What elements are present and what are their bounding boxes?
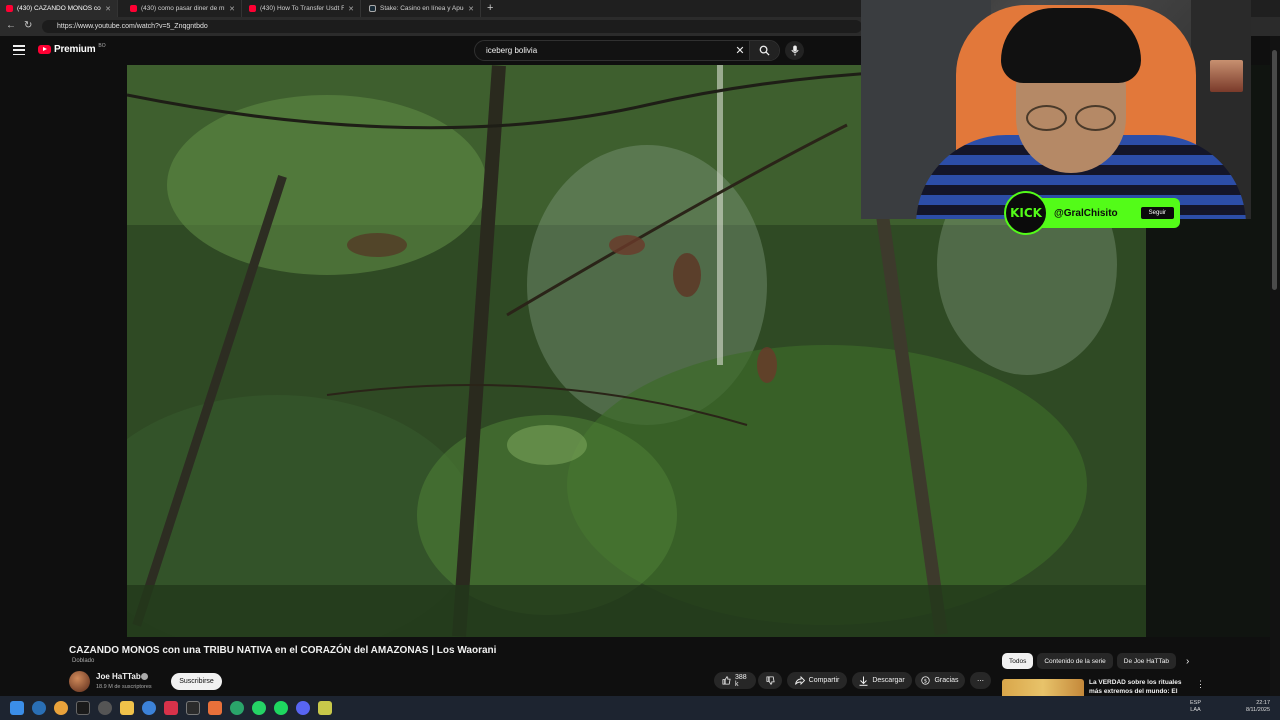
chip-channel[interactable]: De Joe HaTTab xyxy=(1116,653,1176,669)
glasses xyxy=(1026,105,1116,131)
share-label: Compartir xyxy=(808,677,840,684)
like-button[interactable]: 388 k xyxy=(714,672,756,689)
video-title: CAZANDO MONOS con una TRIBU NATIVA en el… xyxy=(69,645,497,656)
youtube-play-icon xyxy=(38,45,51,54)
subscribe-button[interactable]: Suscribirse xyxy=(171,673,222,690)
share-icon xyxy=(794,676,805,685)
search-button[interactable] xyxy=(749,41,779,60)
kick-follow-badge: KICK @GralChisito Seguir xyxy=(1004,191,1180,235)
url-field[interactable]: https://www.youtube.com/watch?v=5_Znqgnt… xyxy=(42,20,862,33)
channel-avatar[interactable] xyxy=(69,671,90,692)
share-button[interactable]: Compartir xyxy=(787,672,847,689)
new-tab-button[interactable]: + xyxy=(487,2,493,14)
youtube-icon xyxy=(130,5,137,12)
region-code: BO xyxy=(98,42,106,49)
language-region: LAA xyxy=(1190,707,1201,713)
tab-label: (430) como pasar diner de mi wa xyxy=(141,5,225,12)
recommendation-thumbnail[interactable] xyxy=(1002,679,1084,696)
reload-icon[interactable]: ↻ xyxy=(24,20,32,31)
logo-word: Premium xyxy=(54,44,96,55)
close-icon[interactable]: ✕ xyxy=(468,5,474,13)
page-scrollbar[interactable] xyxy=(1270,36,1280,696)
kick-logo: KICK xyxy=(1004,191,1048,235)
svg-text:$: $ xyxy=(924,679,927,685)
microphone-icon xyxy=(790,45,799,56)
app-icon[interactable] xyxy=(186,701,200,715)
more-actions-button[interactable]: ⋯ xyxy=(970,672,991,689)
app-icon[interactable] xyxy=(76,701,90,715)
folder-icon[interactable] xyxy=(120,701,134,715)
thumbs-up-icon xyxy=(722,676,731,685)
back-arrow-icon[interactable]: ← xyxy=(6,20,16,31)
voice-search-button[interactable] xyxy=(785,41,804,60)
windows-start-icon[interactable] xyxy=(10,701,24,715)
edge-icon[interactable] xyxy=(142,701,156,715)
youtube-logo[interactable]: Premium BO xyxy=(38,42,106,55)
youtube-icon xyxy=(249,5,256,12)
chrome-icon[interactable] xyxy=(54,701,68,715)
system-clock[interactable]: 22:17 8/11/2025 xyxy=(1246,700,1270,714)
kick-follow-button[interactable]: Seguir xyxy=(1140,207,1174,219)
streamer-hair xyxy=(1001,8,1141,83)
app-icon[interactable] xyxy=(230,701,244,715)
search-icon xyxy=(759,45,770,56)
stake-icon xyxy=(369,5,376,12)
scrollbar-thumb[interactable] xyxy=(1272,50,1277,290)
tab-transfer-usdt[interactable]: (430) How To Transfer Usdt From ✕ xyxy=(243,0,361,17)
thumbs-down-icon xyxy=(765,676,775,685)
recommendation-title[interactable]: La VERDAD sobre los rituales más extremo… xyxy=(1089,679,1184,696)
keyboard-language[interactable]: ESP LAA xyxy=(1190,700,1201,714)
chip-todos[interactable]: Todos xyxy=(1002,653,1034,669)
chip-series[interactable]: Contenido de la serie xyxy=(1037,653,1113,669)
close-icon[interactable]: ✕ xyxy=(348,5,354,13)
tab-como-pasar[interactable]: (430) como pasar diner de mi wa ✕ xyxy=(124,0,242,17)
tab-cazando-monos[interactable]: (430) CAZANDO MONOS con ✕ xyxy=(0,0,118,17)
dubbed-badge: Doblado xyxy=(72,658,95,664)
app-icon[interactable] xyxy=(164,701,178,715)
clock-time: 22:17 xyxy=(1256,700,1270,706)
windows-taskbar: ESP LAA 22:17 8/11/2025 xyxy=(0,696,1280,720)
tab-label: (430) How To Transfer Usdt From xyxy=(260,5,345,12)
app-icon[interactable] xyxy=(32,701,46,715)
chevron-right-icon[interactable]: › xyxy=(1186,656,1189,667)
hamburger-menu-icon[interactable] xyxy=(13,45,25,55)
close-icon[interactable]: ✕ xyxy=(229,5,235,13)
like-count: 388 k xyxy=(735,673,747,688)
thanks-icon: $ xyxy=(921,676,931,685)
recommendation-chips: Todos Contenido de la serie De Joe HaTTa… xyxy=(1002,653,1176,669)
whatsapp-icon[interactable] xyxy=(252,701,266,715)
dislike-button[interactable] xyxy=(758,672,782,689)
download-button[interactable]: Descargar xyxy=(852,672,912,689)
app-icon[interactable] xyxy=(318,701,332,715)
download-icon xyxy=(859,676,868,686)
streamer-webcam xyxy=(861,0,1251,219)
discord-icon[interactable] xyxy=(296,701,310,715)
spotify-icon[interactable] xyxy=(274,701,288,715)
more-vertical-icon[interactable]: ⋮ xyxy=(1196,679,1205,690)
thanks-button[interactable]: $ Gracias xyxy=(915,672,965,689)
tab-stake[interactable]: Stake: Casino en línea y Apuestas ✕ xyxy=(363,0,481,17)
language-code: ESP xyxy=(1190,700,1202,706)
app-icon[interactable] xyxy=(208,701,222,715)
video-info-section: CAZANDO MONOS con una TRIBU NATIVA en el… xyxy=(0,637,1270,696)
clear-icon[interactable]: ✕ xyxy=(731,44,749,57)
verified-icon xyxy=(141,673,148,680)
more-horizontal-icon: ⋯ xyxy=(977,677,984,685)
download-label: Descargar xyxy=(872,677,905,684)
kick-handle: @GralChisito xyxy=(1054,207,1118,219)
clock-date: 8/11/2025 xyxy=(1245,707,1270,713)
mini-webcam xyxy=(1210,60,1243,92)
close-icon[interactable]: ✕ xyxy=(105,5,111,13)
subscriber-count: 18.9 M de suscriptores xyxy=(96,684,152,690)
thanks-label: Gracias xyxy=(934,677,959,684)
channel-name[interactable]: Joe HaTTab xyxy=(96,672,141,681)
search-box: ✕ xyxy=(474,40,780,61)
settings-icon[interactable] xyxy=(98,701,112,715)
tab-label: Stake: Casino en línea y Apuestas xyxy=(380,5,464,12)
youtube-icon xyxy=(6,5,13,12)
tab-label: (430) CAZANDO MONOS con xyxy=(17,5,102,12)
search-input[interactable] xyxy=(475,46,731,55)
